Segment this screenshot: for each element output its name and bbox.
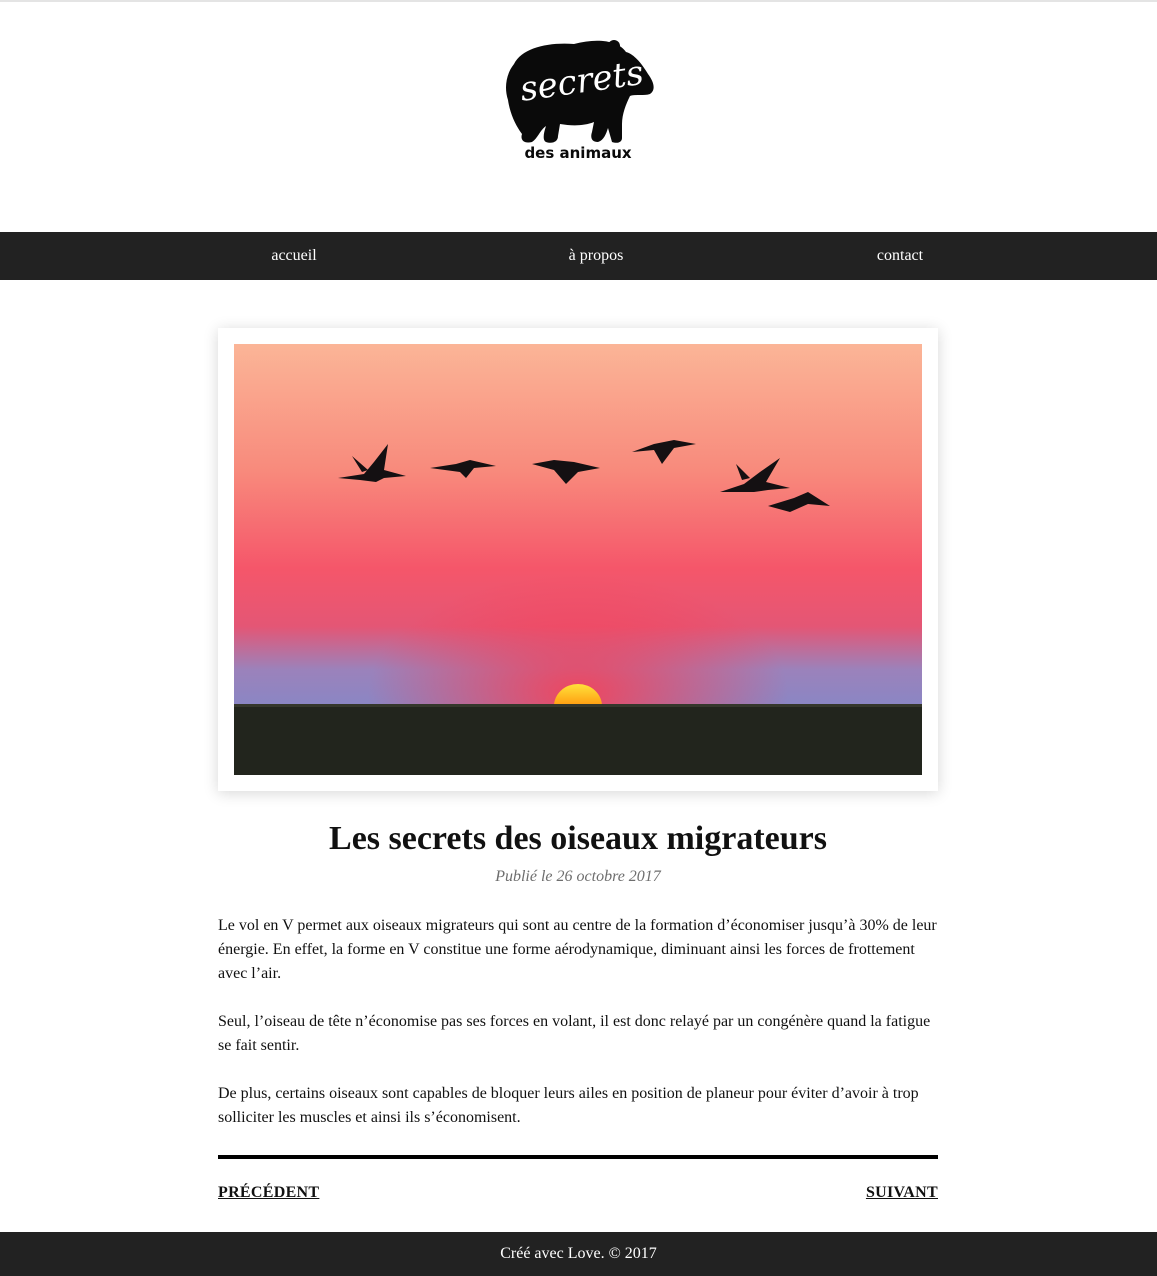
article-paragraph-3: De plus, certains oiseaux sont capables … (218, 1085, 919, 1126)
article-title: Les secrets des oiseaux migrateurs (329, 820, 827, 857)
footer-text: Créé avec Love. © 2017 (500, 1245, 657, 1262)
article-paragraph-2: Seul, l’oiseau de tête n’économise pas s… (218, 1013, 931, 1054)
nav-item-a-propos[interactable]: à propos (569, 232, 624, 280)
site-footer: Créé avec Love. © 2017 (0, 1232, 1157, 1276)
bear-logo-icon: secrets des animaux (506, 40, 654, 162)
featured-image-frame (218, 328, 938, 791)
next-link[interactable]: SUIVANT (866, 1184, 938, 1202)
article-date: Publié le 26 octobre 2017 (495, 868, 661, 885)
site-logo[interactable]: secrets des animaux (500, 34, 660, 164)
sunset-birds-image (234, 344, 922, 775)
main-nav: accueil à propos contact (0, 232, 1157, 280)
previous-link[interactable]: PRÉCÉDENT (218, 1184, 319, 1202)
featured-image (234, 344, 922, 775)
logo-subtitle: des animaux (524, 144, 631, 162)
top-border (0, 0, 1157, 2)
nav-item-contact[interactable]: contact (877, 232, 923, 280)
nav-item-accueil[interactable]: accueil (271, 232, 316, 280)
divider (218, 1155, 938, 1159)
article-paragraph-1: Le vol en V permet aux oiseaux migrateur… (218, 917, 937, 982)
